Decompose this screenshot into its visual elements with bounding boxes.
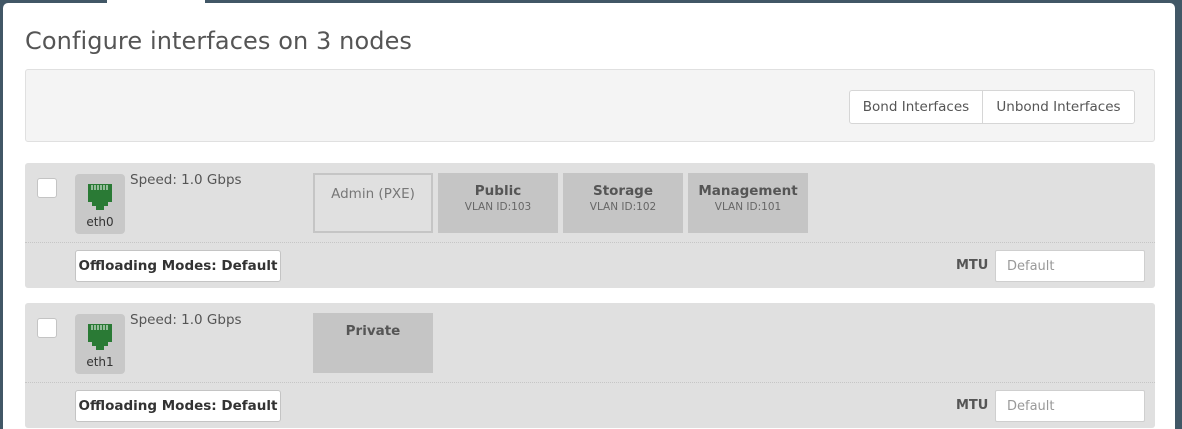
network-name: Management <box>698 183 798 199</box>
interface-select-checkbox[interactable] <box>37 178 57 198</box>
unbond-interfaces-button[interactable]: Unbond Interfaces <box>982 90 1135 124</box>
port-eth0: eth0 <box>75 174 125 234</box>
port-name: eth0 <box>86 215 114 229</box>
interfaces-toolbar: Bond Interfaces Unbond Interfaces <box>25 69 1155 142</box>
network-public[interactable]: Public VLAN ID:103 <box>438 173 558 233</box>
interface-row-eth0: eth0 Speed: 1.0 Gbps Admin (PXE) Public … <box>25 163 1155 288</box>
network-vlan-id: VLAN ID:101 <box>714 201 782 213</box>
page-title: Configure interfaces on 3 nodes <box>25 27 413 55</box>
network-vlan-id: VLAN ID:103 <box>464 201 532 213</box>
port-eth1: eth1 <box>75 314 125 374</box>
network-vlan-id: VLAN ID:102 <box>589 201 657 213</box>
row-divider <box>25 242 1155 243</box>
network-name: Admin (PXE) <box>331 186 415 202</box>
port-name: eth1 <box>86 355 114 369</box>
network-private[interactable]: Private <box>313 313 433 373</box>
network-name: Storage <box>592 183 654 199</box>
interface-select-checkbox[interactable] <box>37 318 57 338</box>
offloading-modes-button[interactable]: Offloading Modes: Default <box>75 250 281 282</box>
bond-button-group: Bond Interfaces Unbond Interfaces <box>849 90 1135 124</box>
ethernet-port-icon <box>88 184 112 210</box>
bond-interfaces-button[interactable]: Bond Interfaces <box>849 90 983 124</box>
offloading-modes-button[interactable]: Offloading Modes: Default <box>75 390 281 422</box>
interface-row-eth1: eth1 Speed: 1.0 Gbps Private Offloading … <box>25 303 1155 428</box>
mtu-input[interactable] <box>995 250 1145 282</box>
configure-interfaces-panel: Configure interfaces on 3 nodes Bond Int… <box>3 3 1175 429</box>
interface-speed: Speed: 1.0 Gbps <box>130 172 242 188</box>
network-storage[interactable]: Storage VLAN ID:102 <box>563 173 683 233</box>
network-name: Public <box>474 183 522 199</box>
network-admin-pxe[interactable]: Admin (PXE) <box>313 173 433 233</box>
interface-speed: Speed: 1.0 Gbps <box>130 312 242 328</box>
mtu-input[interactable] <box>995 390 1145 422</box>
mtu-label: MTU <box>956 398 989 413</box>
network-management[interactable]: Management VLAN ID:101 <box>688 173 808 233</box>
ethernet-port-icon <box>88 324 112 350</box>
network-name: Private <box>345 323 401 339</box>
row-divider <box>25 382 1155 383</box>
mtu-label: MTU <box>956 258 989 273</box>
